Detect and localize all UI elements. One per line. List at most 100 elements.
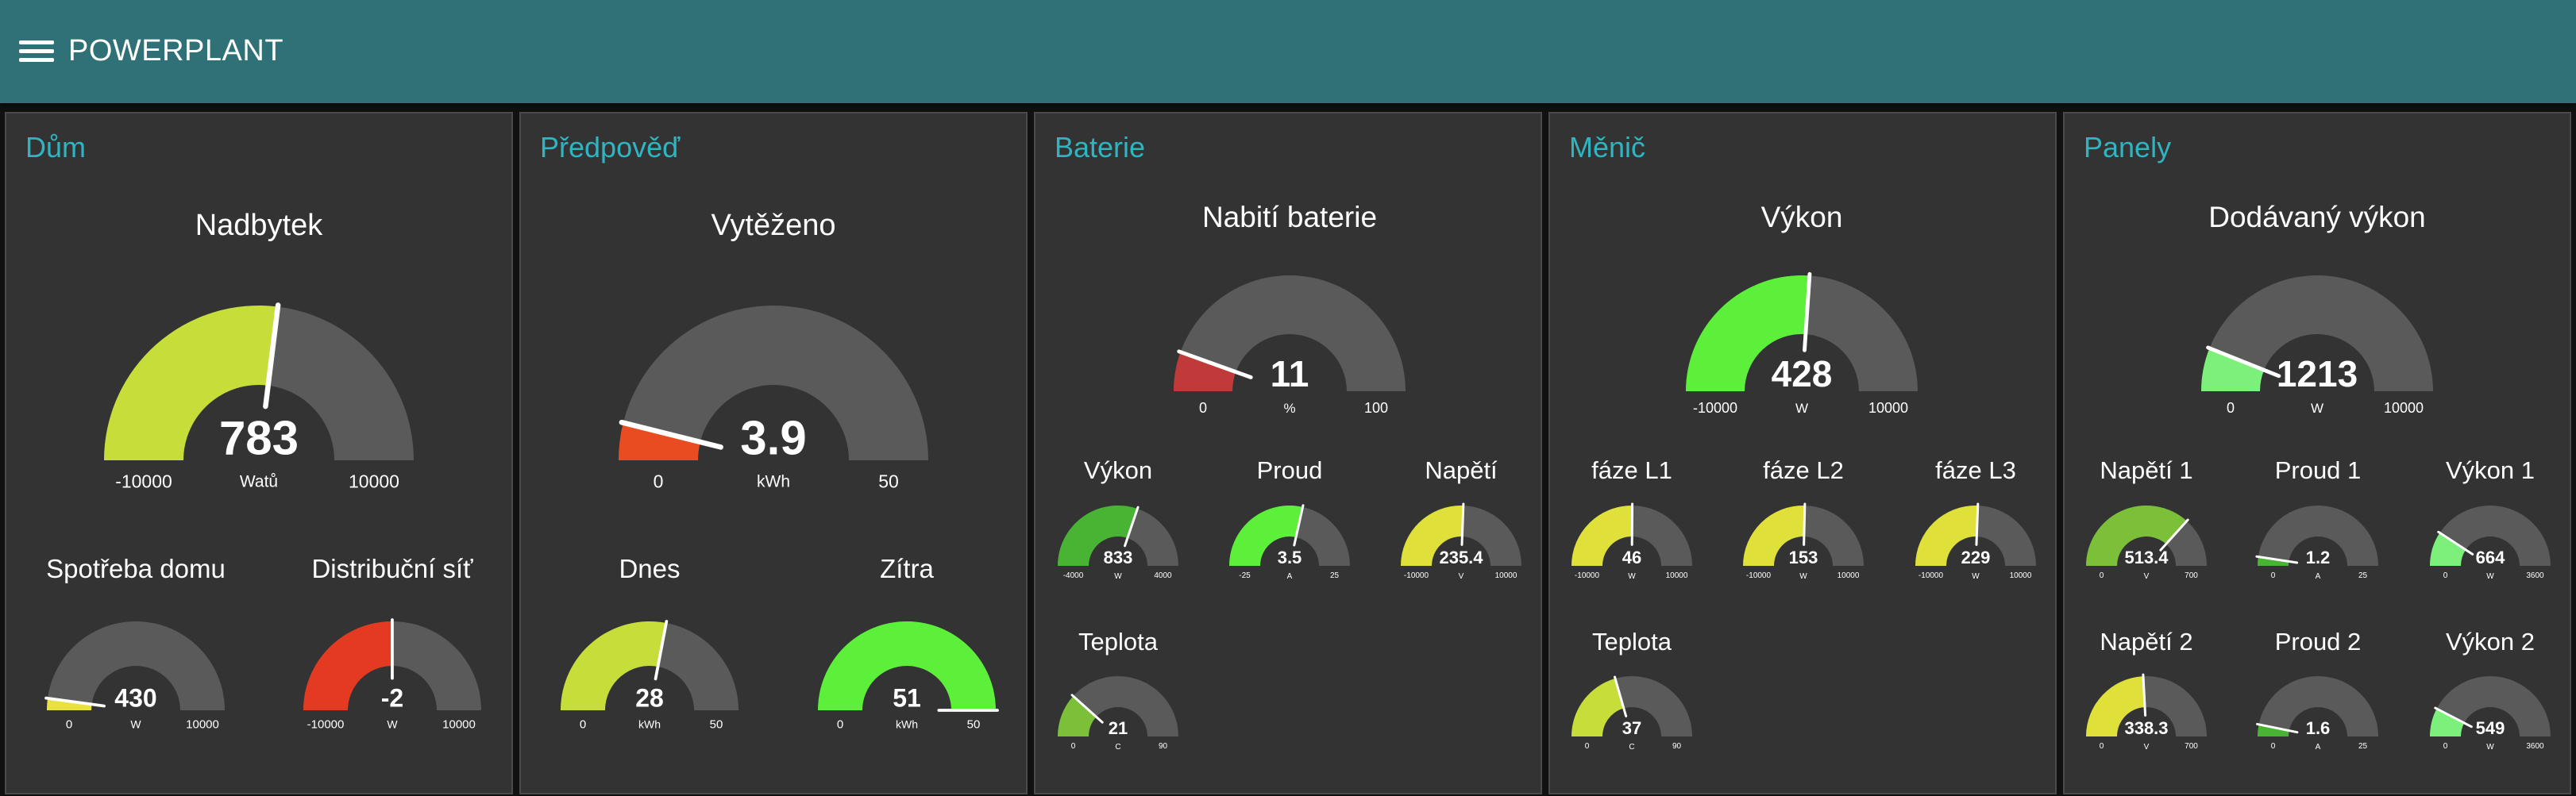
gauge-max-label: 90 (1159, 742, 1168, 751)
gauge-value: 11 (1271, 353, 1309, 394)
gauge-area: Výkon 428 W -10000 10000 fáze L146W-100001000… (1550, 113, 2058, 796)
gauge-unit: W (2486, 743, 2494, 752)
gauge-area: Nadbytek783Watů-1000010000Spotřeba domu4… (6, 113, 515, 796)
gauge-needle (1976, 504, 1978, 544)
gauge-value: 51 (893, 684, 921, 713)
gauge-min-label: 0 (2100, 571, 2104, 580)
gauge-min-label: 0 (2227, 400, 2235, 416)
gauge-value: 513.4 (2124, 548, 2169, 567)
gauge-max-label: 25 (2358, 742, 2368, 751)
gauge-label: Výkon (1761, 201, 1843, 233)
gauge-unit: W (387, 717, 398, 730)
gauge-min-label: -10000 (1575, 571, 1600, 580)
gauge-nadbytek: Nadbytek783Watů-1000010000 (104, 209, 414, 492)
gauge-min-label: 0 (580, 718, 586, 732)
gauge-label: Zítra (880, 554, 934, 583)
gauge-min-label: -25 (1239, 571, 1251, 580)
gauge-unit: W (130, 717, 141, 730)
gauge-label: Distribuční síť (311, 554, 473, 583)
gauge-unit: W (2311, 401, 2323, 416)
gauge-vykon-1: Výkon 1664W03600 (2430, 456, 2551, 581)
app-title: POWERPLANT (68, 34, 283, 68)
gauge-unit: W (1972, 572, 1980, 581)
gauge-proud-1: Proud 1 1.2 A 0 25 (2257, 456, 2378, 581)
gauge-max-label: 10000 (1495, 571, 1517, 580)
gauge-min-label: -10000 (1404, 571, 1429, 580)
hamburger-menu-icon[interactable] (19, 36, 54, 67)
gauge-needle (1804, 504, 1805, 544)
gauge-max-label: 3600 (2526, 742, 2544, 751)
gauge-unit: A (2316, 743, 2321, 752)
gauge-label: Teplota (1592, 628, 1672, 656)
gauge-max-label: 700 (2185, 742, 2198, 751)
gauge-unit: % (1283, 401, 1295, 416)
gauge-napeti-2: Napětí 2338.3V0700 (2086, 628, 2207, 752)
gauge-value: 428 (1772, 353, 1833, 394)
gauge-max-label: 100 (1364, 400, 1388, 416)
gauge-value: 1213 (2277, 353, 2358, 394)
gauge-value: 1.2 (2306, 548, 2331, 567)
gauge-fill (1571, 679, 1624, 736)
gauge-label: Proud 2 (2275, 628, 2362, 656)
gauge-max-label: 3600 (2526, 571, 2544, 580)
gauge-value: 783 (219, 411, 299, 464)
gauge-value: 833 (1104, 548, 1133, 567)
gauge-faze-l1: fáze L146W-1000010000 (1571, 456, 1692, 581)
gauge-teplota: Teplota37C090 (1571, 628, 1692, 752)
gauge-max-label: 25 (1330, 571, 1340, 580)
gauge-faze-l3: fáze L3229W-1000010000 (1915, 456, 2036, 581)
gauge-unit: A (2316, 572, 2321, 581)
gauge-unit: V (2144, 743, 2150, 752)
gauge-area: Dodávaný výkon1213W010000Napětí 1513.4V0… (2065, 113, 2573, 796)
gauge-nabiti-baterie: Nabití baterie 11% 0 100 (1174, 201, 1406, 416)
gauge-label: Proud 1 (2275, 456, 2362, 484)
gauge-label: Dnes (619, 554, 680, 583)
gauge-value: 235.4 (1439, 548, 1483, 567)
gauge-max-label: 25 (2358, 571, 2368, 580)
group-panely: Panely Dodávaný výkon1213W010000Napětí 1… (2063, 112, 2571, 794)
gauge-proud-2: Proud 21.6A025 (2258, 628, 2378, 752)
gauge-min-label: -4000 (1063, 571, 1084, 580)
gauge-vykon: Výkon 833 W -4000 4000 (1058, 456, 1178, 581)
gauge-area: Nabití baterie 11% 0 100 Výkon 833 W -4000 4000 P… (1035, 113, 1544, 796)
gauge-max-label: 10000 (1868, 400, 1908, 416)
gauge-unit: W (1795, 401, 1808, 416)
gauge-label: Výkon (1084, 456, 1152, 484)
gauge-faze-l2: fáze L2153W-1000010000 (1743, 456, 1864, 581)
gauge-min-label: 0 (2271, 571, 2276, 580)
gauge-label: Napětí 1 (2100, 456, 2192, 484)
gauge-max-label: 700 (2185, 571, 2198, 580)
gauge-value: 229 (1961, 548, 1991, 567)
gauge-unit: W (1114, 572, 1122, 581)
gauge-label: fáze L2 (1763, 456, 1844, 484)
gauge-label: Proud (1257, 456, 1323, 484)
gauge-unit: W (2486, 572, 2494, 581)
gauge-zitra: Zítra51kWh050 (818, 554, 997, 732)
gauge-max-label: 90 (1672, 742, 1682, 751)
gauge-unit: C (1629, 743, 1634, 752)
gauge-value: -2 (381, 684, 403, 713)
gauge-label: Nadbytek (195, 209, 324, 242)
gauge-value: 28 (635, 684, 664, 713)
gauge-value: 430 (114, 684, 156, 713)
group-menic: Měnič Výkon428W-1000010000fáze L146W-100… (1548, 112, 2057, 794)
gauge-value: 3.9 (740, 411, 806, 464)
gauge-max-label: 50 (878, 471, 899, 492)
gauge-max-label: 4000 (1154, 571, 1172, 580)
gauge-label: Výkon 2 (2446, 628, 2535, 656)
gauge-value: 549 (2476, 718, 2505, 738)
gauge-label: Napětí 2 (2100, 628, 2192, 656)
gauge-value: 37 (1622, 718, 1641, 738)
gauge-vykon-2: Výkon 2549W03600 (2430, 628, 2551, 752)
gauge-unit: V (1459, 572, 1464, 581)
gauge-min-label: 0 (654, 471, 664, 492)
gauge-max-label: 10000 (442, 718, 476, 732)
gauge-max-label: 50 (967, 718, 981, 732)
gauge-needle (1462, 504, 1463, 544)
group-predpoved: Předpověď Vytěženo3.9kWh050Dnes28kWh050Z… (519, 112, 1028, 794)
gauge-napeti: Napětí235.4V-1000010000 (1401, 456, 1521, 581)
gauge-min-label: -10000 (1693, 400, 1737, 416)
gauge-min-label: 0 (1199, 400, 1207, 416)
gauge-label: Nabití baterie (1202, 201, 1377, 233)
gauge-min-label: 0 (1071, 742, 1076, 751)
